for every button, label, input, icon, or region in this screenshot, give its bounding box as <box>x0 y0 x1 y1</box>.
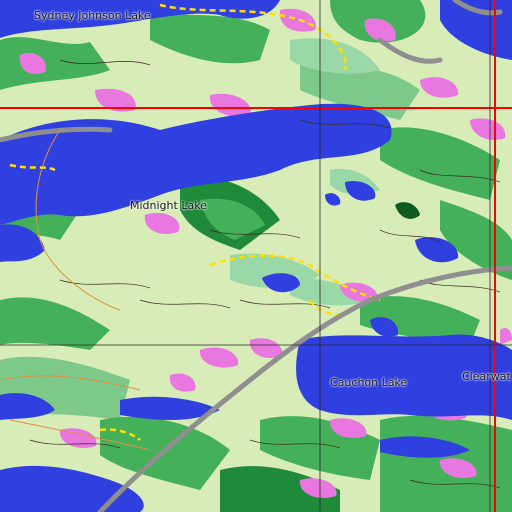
label-cauchon-lake: Cauchon Lake <box>330 376 408 389</box>
map-view[interactable]: Sydney Johnson Lake Midnight Lake Caucho… <box>0 0 512 512</box>
label-clearwater: Clearwat <box>462 370 511 383</box>
map-canvas[interactable] <box>0 0 512 512</box>
label-sydney-johnson-lake: Sydney Johnson Lake <box>34 9 151 22</box>
label-midnight-lake: Midnight Lake <box>130 199 207 212</box>
